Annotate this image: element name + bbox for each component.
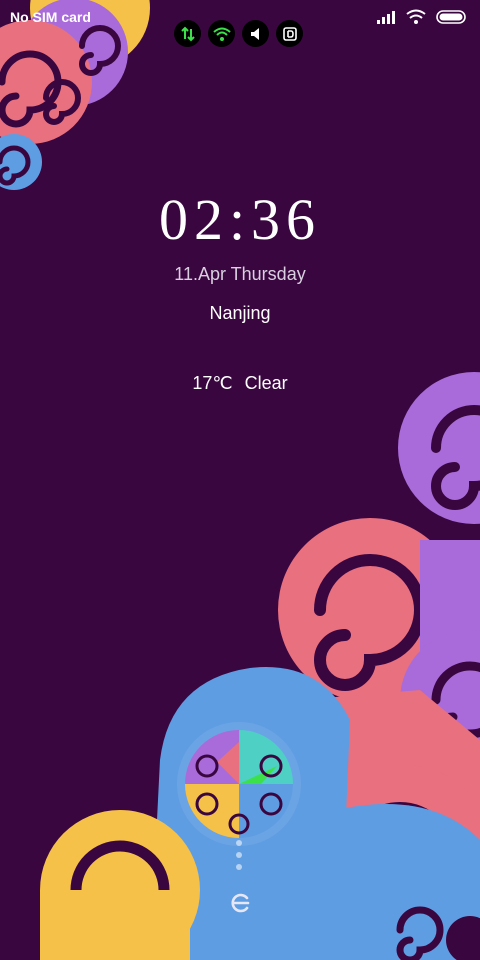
notification-icons xyxy=(174,20,303,47)
status-bar: No SIM card xyxy=(0,0,480,47)
swipe-hint-dots xyxy=(236,840,242,870)
wifi-hotspot-icon xyxy=(208,20,235,47)
hint-dot xyxy=(236,864,242,870)
signal-icon xyxy=(377,11,395,24)
bd-app-icon xyxy=(276,20,303,47)
sound-icon xyxy=(242,20,269,47)
weather-temperature: 17℃ xyxy=(192,373,233,393)
lock-flower-icon[interactable] xyxy=(177,722,301,846)
weather-city: Nanjing xyxy=(209,303,271,323)
weather-condition: Clear xyxy=(244,373,288,393)
hint-dot xyxy=(236,840,242,846)
weather-summary: 17℃ Clear xyxy=(0,373,480,394)
system-icons xyxy=(376,9,468,25)
battery-icon xyxy=(436,10,466,24)
lockscreen-date: 11.Apr Thursday xyxy=(174,264,306,284)
data-transfer-icon xyxy=(174,20,201,47)
unlock-swipe-icon[interactable] xyxy=(226,888,256,918)
carrier-label: No SIM card xyxy=(10,9,91,25)
lockscreen-clock: 02:36 xyxy=(158,187,322,252)
hint-dot xyxy=(236,852,242,858)
wifi-icon xyxy=(406,9,426,24)
